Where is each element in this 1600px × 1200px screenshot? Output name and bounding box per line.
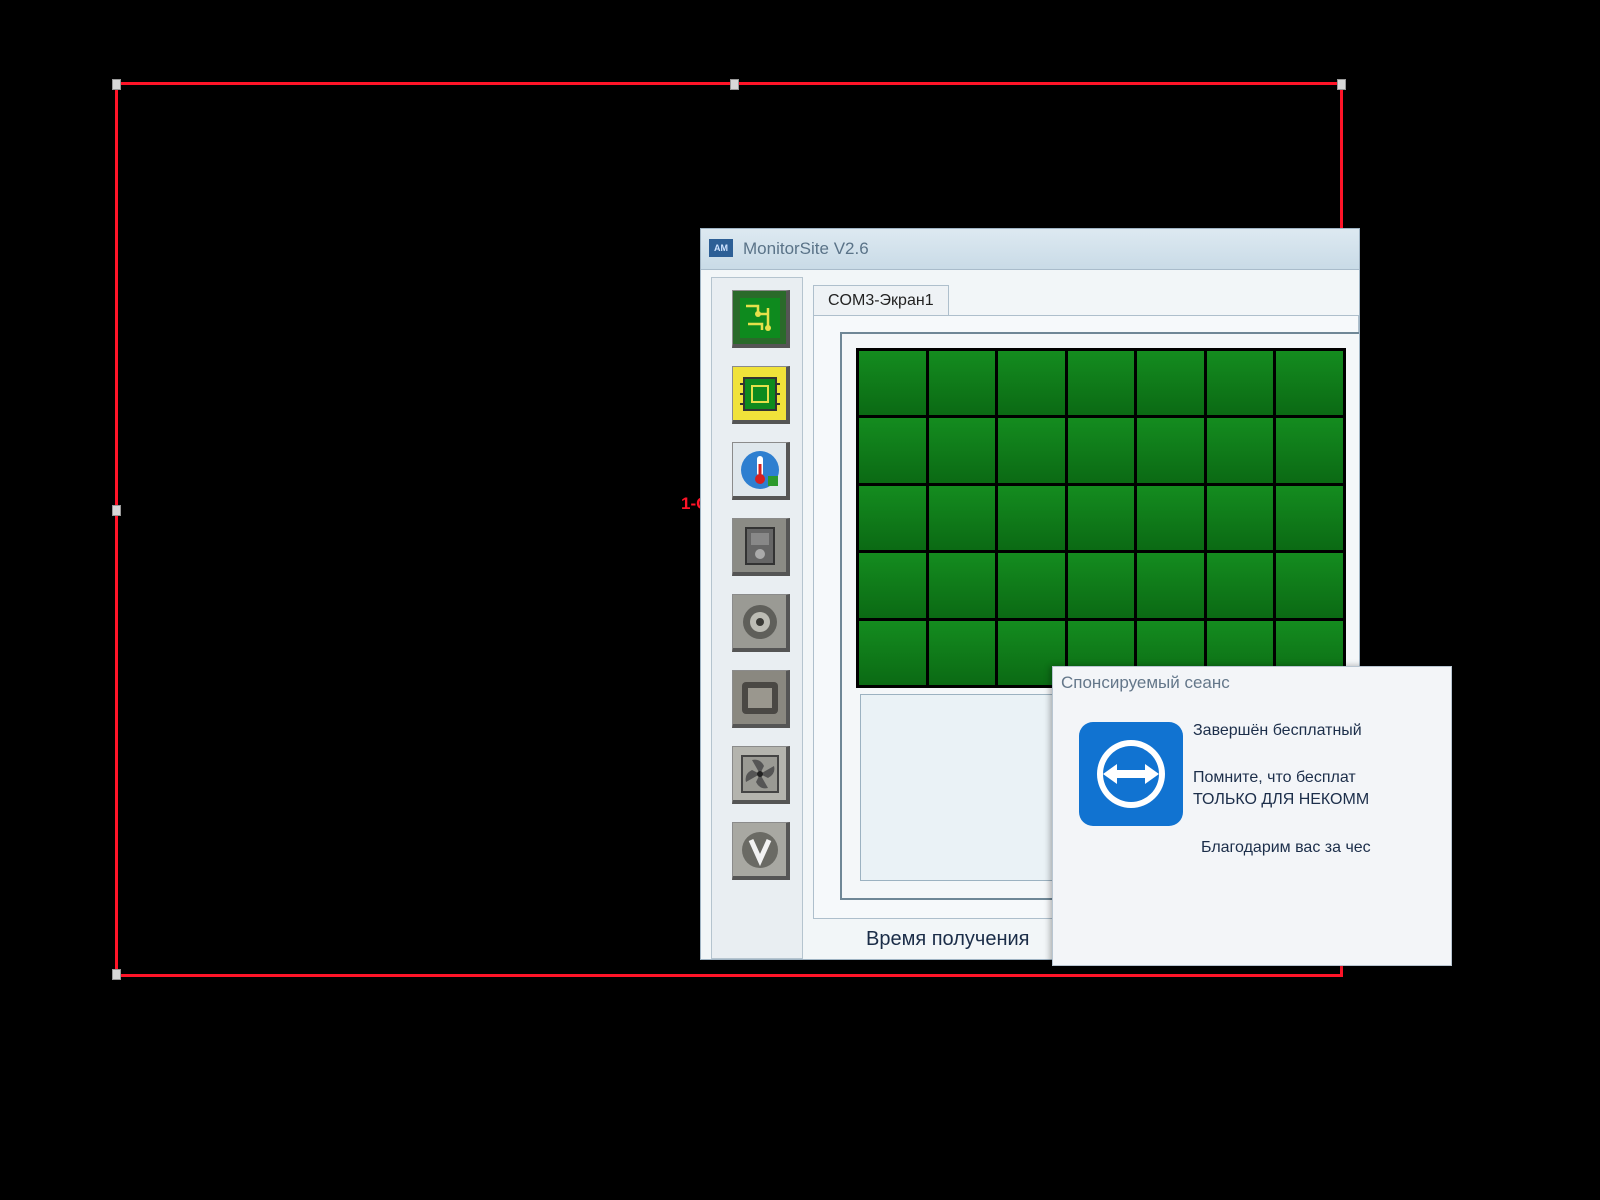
indicator-cell[interactable] <box>928 351 996 416</box>
tool-button-5[interactable] <box>732 594 790 652</box>
indicator-cell[interactable] <box>1276 485 1343 551</box>
indicator-cell[interactable] <box>998 553 1065 618</box>
indicator-cell[interactable] <box>1276 553 1343 618</box>
sponsored-session-dialog: Спонсируемый сеанс Завершён бесплатный П… <box>1052 666 1452 966</box>
indicator-cell[interactable] <box>998 418 1065 483</box>
indicator-cell[interactable] <box>1067 485 1135 551</box>
tab-com3-screen1[interactable]: COM3-Экран1 <box>813 285 949 316</box>
tool-button-2[interactable] <box>732 366 790 424</box>
indicator-cell[interactable] <box>1137 418 1204 483</box>
resize-handle-top-right[interactable] <box>1337 79 1346 90</box>
indicator-cell[interactable] <box>1206 351 1274 416</box>
resize-handle-bottom-left[interactable] <box>112 969 121 980</box>
circuit-board-yellow-icon <box>739 376 780 411</box>
window-title: MonitorSite V2.6 <box>743 239 869 258</box>
indicator-cell[interactable] <box>1067 351 1135 416</box>
circuit-board-green-icon <box>739 297 780 338</box>
indicator-cell[interactable] <box>1137 553 1204 618</box>
dialog-line-4: Благодарим вас за чес <box>1201 839 1371 856</box>
receive-time-label: Время получения <box>866 928 1030 950</box>
indicator-cell[interactable] <box>1067 418 1135 483</box>
teamviewer-logo <box>1079 722 1183 826</box>
tool-button-7[interactable] <box>732 746 790 804</box>
resize-handle-top[interactable] <box>730 79 739 90</box>
tool-button-4[interactable] <box>732 518 790 576</box>
indicator-cell[interactable] <box>1206 418 1274 483</box>
indicator-cell[interactable] <box>1206 553 1274 618</box>
indicator-cell[interactable] <box>998 351 1065 416</box>
indicator-cell[interactable] <box>1137 351 1204 416</box>
info-box <box>860 694 1062 881</box>
indicator-cell[interactable] <box>859 351 926 416</box>
indicator-cell[interactable] <box>998 485 1065 551</box>
fan-icon <box>740 754 779 793</box>
indicator-cell[interactable] <box>928 418 996 483</box>
dialog-line-2: Помните, что бесплат <box>1193 769 1356 786</box>
teamviewer-icon <box>1097 740 1165 808</box>
indicator-cell[interactable] <box>859 620 926 685</box>
app-icon: AM <box>709 239 733 257</box>
thermometer-icon <box>740 450 779 489</box>
indicator-cell[interactable] <box>1276 351 1343 416</box>
dialog-line-3: ТОЛЬКО ДЛЯ НЕКОММ <box>1193 791 1370 808</box>
indicator-cell[interactable] <box>1206 485 1274 551</box>
indicator-cell[interactable] <box>1067 553 1135 618</box>
dialog-title: Спонсируемый сеанс <box>1061 673 1230 692</box>
indicator-cell[interactable] <box>859 485 926 551</box>
tool-button-3[interactable] <box>732 442 790 500</box>
device-icon <box>741 681 778 714</box>
tool-button-1[interactable] <box>732 290 790 348</box>
dialog-line-1: Завершён бесплатный <box>1193 722 1362 739</box>
resize-handle-top-left[interactable] <box>112 79 121 90</box>
tool-sidebar <box>711 277 803 959</box>
valve-icon <box>741 831 778 868</box>
title-bar[interactable]: AM MonitorSite V2.6 <box>701 229 1359 270</box>
indicator-cell[interactable] <box>928 553 996 618</box>
indicator-cell[interactable] <box>1276 418 1343 483</box>
tool-button-6[interactable] <box>732 670 790 728</box>
indicator-grid <box>856 348 1346 688</box>
indicator-cell[interactable] <box>928 485 996 551</box>
tool-button-8[interactable] <box>732 822 790 880</box>
indicator-cell[interactable] <box>859 553 926 618</box>
resize-handle-left[interactable] <box>112 505 121 516</box>
indicator-cell[interactable] <box>928 620 996 685</box>
indicator-cell[interactable] <box>1137 485 1204 551</box>
gauge-icon <box>742 604 777 639</box>
cabinet-icon <box>744 526 775 565</box>
indicator-cell[interactable] <box>859 418 926 483</box>
